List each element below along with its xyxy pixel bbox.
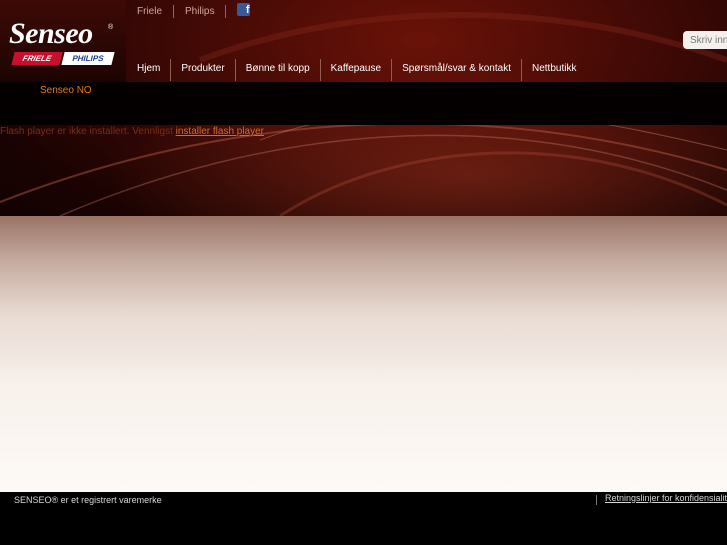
nav-item-hjem[interactable]: Hjem <box>127 59 170 81</box>
senseo-logo[interactable]: Senseo ® FRIELE PHILIPS <box>0 0 126 82</box>
nav-item-produkter[interactable]: Produkter <box>170 59 234 81</box>
flash-notice-text: Flash player er ikke installert. Vennlig… <box>0 126 176 137</box>
facebook-link[interactable]: f <box>237 3 251 19</box>
facebook-icon: f <box>237 3 251 16</box>
nav-item-bonne-til-kopp[interactable]: Bønne til kopp <box>234 59 320 81</box>
separator <box>225 4 227 18</box>
footer: SENSEO® er et registrert varemerke Retni… <box>0 492 727 545</box>
search-input[interactable] <box>683 31 727 49</box>
friele-badge: FRIELE <box>11 52 63 65</box>
install-flash-link[interactable]: installer flash player <box>176 126 264 137</box>
flash-notice: Flash player er ikke installert. Vennlig… <box>0 126 264 137</box>
copyright-text: SENSEO® er et registrert varemerke <box>14 495 162 505</box>
privacy-link[interactable]: Retningslinjer for konfidensialitet <box>605 493 727 503</box>
logo-wordmark: Senseo <box>9 17 93 50</box>
separator <box>596 495 597 505</box>
content-background <box>0 216 727 492</box>
breadcrumb-bar <box>0 82 727 125</box>
main-navigation: Hjem Produkter Bønne til kopp Kaffepause… <box>127 59 586 81</box>
friele-link[interactable]: Friele <box>137 6 162 17</box>
nav-item-nettbutikk[interactable]: Nettbutikk <box>520 59 586 81</box>
top-links: Friele Philips f <box>137 3 251 19</box>
logo-registered-mark: ® <box>108 24 114 31</box>
nav-item-sporsmal-svar-kontakt[interactable]: Spørsmål/svar & kontakt <box>391 59 521 81</box>
separator <box>173 4 175 18</box>
nav-item-kaffepause[interactable]: Kaffepause <box>319 59 391 81</box>
breadcrumb[interactable]: Senseo NO <box>40 85 92 96</box>
philips-badge: PHILIPS <box>61 52 115 65</box>
philips-link[interactable]: Philips <box>185 6 214 17</box>
